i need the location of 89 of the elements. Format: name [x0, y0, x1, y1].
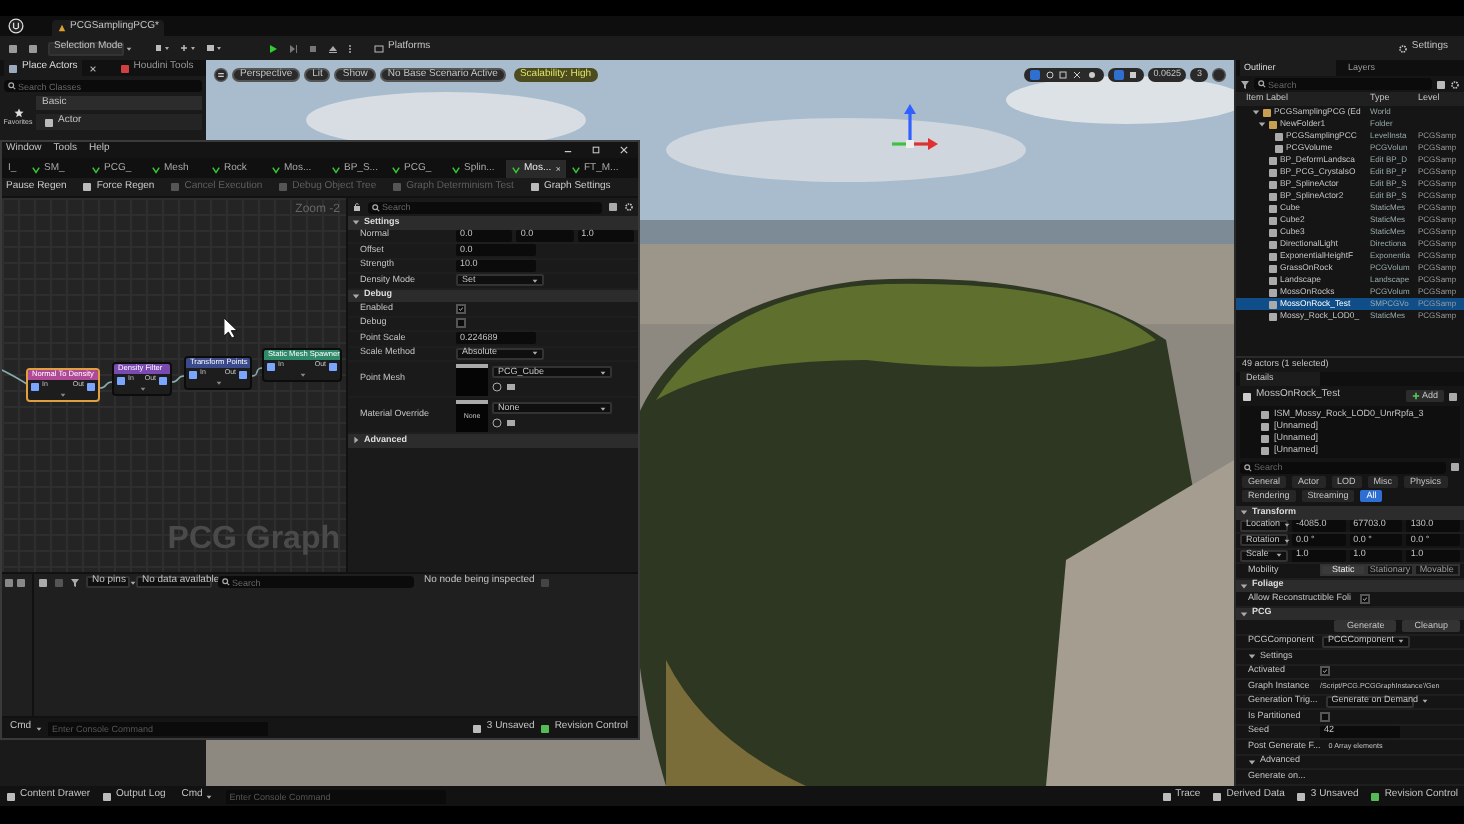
caret-icon — [600, 405, 606, 411]
status-icon — [1370, 791, 1381, 801]
caret-icon — [600, 369, 606, 375]
caret-icon — [129, 579, 136, 585]
toolbar-icon — [392, 182, 403, 192]
toolbar-icon — [529, 182, 540, 192]
graph-icon — [272, 165, 280, 173]
caret-icon — [206, 793, 213, 799]
graph-icon — [572, 165, 580, 173]
expand-icon[interactable] — [60, 392, 66, 398]
checkbox[interactable] — [456, 303, 466, 314]
status-icon — [1161, 791, 1172, 801]
browse-icon[interactable] — [492, 418, 502, 428]
graph-icon — [392, 165, 400, 173]
graph-icon — [212, 165, 220, 173]
wire — [99, 381, 113, 389]
search-icon — [1244, 463, 1252, 471]
close-icon[interactable] — [89, 65, 96, 71]
folder-icon[interactable] — [506, 382, 516, 392]
graph-icon — [332, 165, 340, 173]
transform-tools-icon[interactable] — [1023, 68, 1104, 82]
graph-icon — [32, 165, 40, 173]
expand-icon[interactable] — [299, 372, 305, 378]
star-icon — [13, 108, 23, 118]
caret-icon — [1276, 552, 1282, 559]
pin-icon — [266, 361, 276, 371]
caret-icon — [35, 725, 42, 731]
wire — [2, 369, 31, 387]
platforms-icon — [374, 43, 384, 53]
wire — [251, 367, 263, 377]
expand-icon[interactable] — [215, 380, 221, 386]
settings-icon — [1397, 43, 1408, 53]
search-icon — [1258, 80, 1266, 88]
maximize-icon[interactable] — [592, 146, 600, 154]
pin-icon — [116, 375, 126, 385]
wire — [171, 375, 185, 383]
pin-icon — [30, 381, 40, 391]
graph-icon — [152, 165, 160, 173]
toolbar-icon — [170, 182, 181, 192]
caret-icon[interactable] — [352, 436, 360, 445]
step-icon[interactable] — [288, 43, 298, 53]
graph-icon — [452, 165, 460, 173]
close-icon[interactable] — [555, 166, 560, 172]
actor-icon — [1242, 391, 1252, 401]
settings-icon[interactable] — [1450, 79, 1460, 89]
expand-icon[interactable] — [139, 386, 145, 392]
browse-icon[interactable] — [492, 382, 502, 392]
layout-icon[interactable] — [1212, 68, 1226, 82]
caret-icon — [1398, 638, 1405, 645]
caret-icon[interactable] — [1258, 120, 1266, 128]
caret-icon — [1422, 698, 1429, 705]
caret-icon — [1283, 537, 1290, 544]
settings-icon[interactable] — [624, 202, 634, 212]
pin-icon — [188, 369, 198, 379]
menu-icon[interactable] — [214, 68, 228, 82]
play-icon[interactable] — [268, 43, 278, 53]
graph-icon — [512, 165, 520, 173]
status-icon — [1212, 791, 1223, 801]
checkbox[interactable] — [1320, 666, 1330, 677]
search-icon — [372, 203, 380, 211]
pin-icon — [238, 369, 248, 379]
pin-icon — [158, 375, 168, 385]
asset-thumbnail — [456, 363, 488, 395]
checkbox[interactable] — [1320, 711, 1330, 722]
close-icon[interactable] — [620, 146, 628, 154]
eject-icon[interactable] — [328, 43, 338, 53]
cursor-icon — [224, 318, 238, 338]
stop-icon[interactable] — [308, 43, 318, 53]
caret-icon — [126, 45, 133, 51]
actor-icon — [44, 117, 54, 127]
plus-icon — [1411, 392, 1420, 400]
toolbar-icon — [82, 182, 93, 192]
search-icon — [222, 578, 230, 586]
level-icon — [58, 24, 66, 32]
caret-icon — [532, 350, 538, 357]
graph-icon — [92, 165, 100, 173]
search-icon — [8, 82, 16, 90]
snap-icon[interactable] — [1107, 68, 1144, 82]
caret-icon — [532, 277, 538, 284]
checkbox[interactable] — [1359, 593, 1370, 604]
checkbox[interactable] — [456, 318, 466, 329]
toolbar-icon — [278, 182, 289, 192]
pin-icon — [328, 361, 338, 371]
filter-icon[interactable] — [70, 577, 80, 587]
status-icon — [1296, 791, 1307, 801]
transform-gizmo-icon — [886, 104, 938, 156]
pin-icon — [86, 381, 96, 391]
minimize-icon[interactable] — [564, 146, 572, 154]
folder-icon[interactable] — [506, 418, 516, 428]
